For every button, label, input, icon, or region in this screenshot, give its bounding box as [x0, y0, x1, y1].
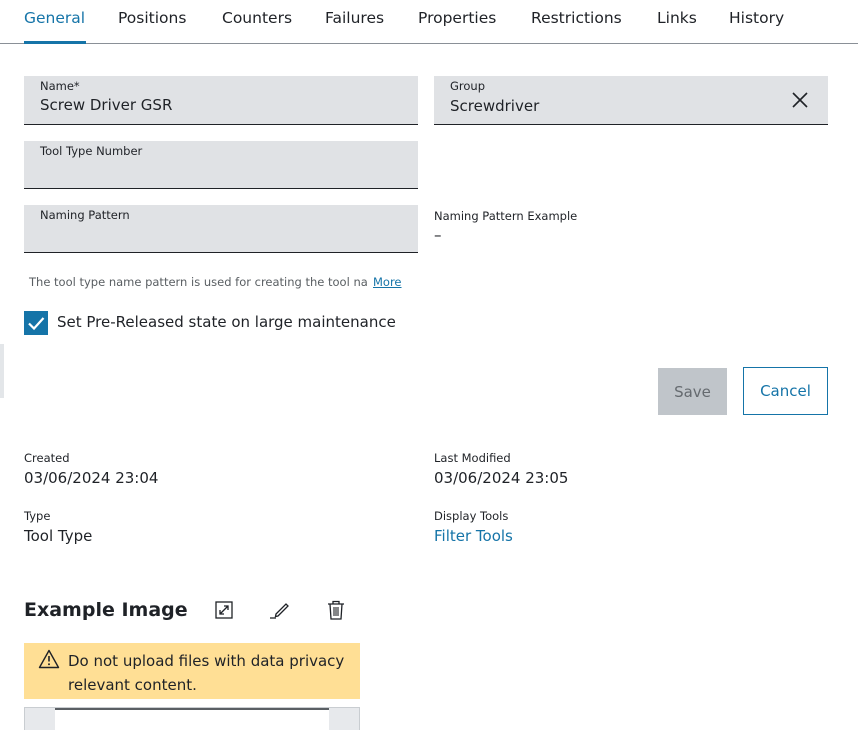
last-modified-label: Last Modified — [434, 451, 511, 465]
prereleased-checkbox[interactable] — [24, 311, 48, 335]
image-preview-top-edge — [55, 708, 331, 710]
tab-counters[interactable]: Counters — [222, 9, 292, 27]
tool-type-number-field[interactable]: Tool Type Number — [24, 141, 418, 189]
name-field-value[interactable]: Screw Driver GSR — [40, 96, 172, 114]
tab-failures[interactable]: Failures — [325, 9, 384, 27]
tab-general[interactable]: General — [24, 9, 85, 27]
created-value: 03/06/2024 23:04 — [24, 469, 159, 487]
edit-icon[interactable] — [269, 599, 291, 621]
type-label: Type — [24, 509, 51, 523]
image-preview-right-panel — [329, 708, 359, 730]
expand-icon[interactable] — [213, 599, 235, 621]
name-field[interactable]: Name* Screw Driver GSR — [24, 76, 418, 125]
hint-more-link[interactable]: More — [373, 275, 402, 289]
save-button[interactable]: Save — [658, 368, 727, 415]
tab-links[interactable]: Links — [657, 9, 697, 27]
tab-history[interactable]: History — [729, 9, 784, 27]
prereleased-checkbox-label[interactable]: Set Pre-Released state on large maintena… — [57, 313, 396, 331]
privacy-warning-notice: Do not upload files with data privacy re… — [24, 643, 360, 699]
example-image-preview — [24, 707, 360, 730]
last-modified-value: 03/06/2024 23:05 — [434, 469, 569, 487]
left-edge-marker — [0, 344, 4, 398]
checkmark-icon — [28, 317, 45, 331]
delete-icon[interactable] — [325, 599, 347, 621]
tab-bar: General Positions Counters Failures Prop… — [0, 0, 858, 44]
display-tools-label: Display Tools — [434, 509, 509, 523]
image-preview-left-panel — [25, 708, 55, 730]
tool-type-number-label: Tool Type Number — [40, 144, 143, 158]
active-tab-indicator — [24, 41, 86, 44]
cancel-button[interactable]: Cancel — [743, 367, 828, 415]
type-value: Tool Type — [24, 527, 93, 545]
filter-tools-link[interactable]: Filter Tools — [434, 527, 513, 545]
example-image-title: Example Image — [24, 599, 188, 621]
naming-pattern-example-label: Naming Pattern Example — [434, 209, 578, 223]
close-icon[interactable] — [790, 90, 810, 110]
created-label: Created — [24, 451, 70, 465]
tab-properties[interactable]: Properties — [418, 9, 496, 27]
naming-pattern-hint: The tool type name pattern is used for c… — [29, 275, 368, 289]
name-field-label: Name* — [40, 79, 80, 93]
naming-pattern-example-value: – — [434, 226, 442, 244]
warning-icon — [38, 649, 60, 669]
group-field-value[interactable]: Screwdriver — [450, 97, 539, 115]
group-field[interactable]: Group Screwdriver — [434, 76, 828, 125]
naming-pattern-field[interactable]: Naming Pattern — [24, 205, 418, 253]
group-field-label: Group — [450, 79, 486, 93]
privacy-warning-text: Do not upload files with data privacy re… — [68, 652, 345, 694]
tab-positions[interactable]: Positions — [118, 9, 186, 27]
tab-restrictions[interactable]: Restrictions — [531, 9, 622, 27]
naming-pattern-label: Naming Pattern — [40, 208, 130, 222]
